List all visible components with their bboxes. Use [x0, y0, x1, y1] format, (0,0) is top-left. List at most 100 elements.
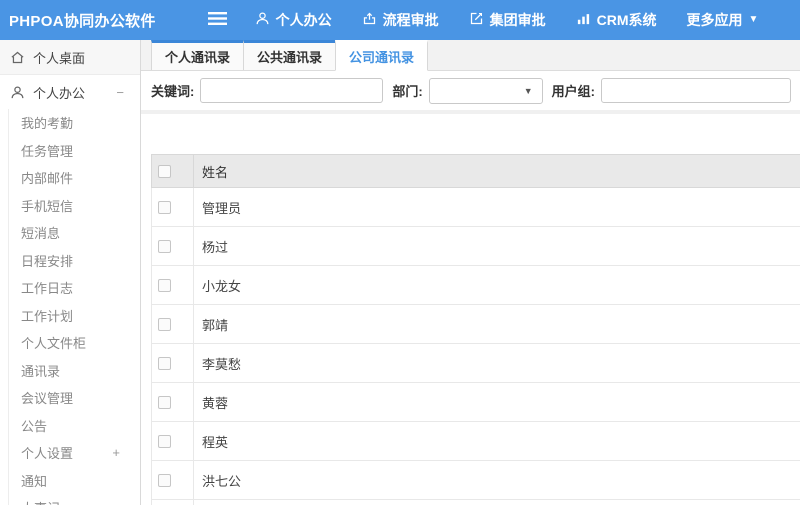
sidebar-item-notice[interactable]: 通知 — [9, 467, 140, 495]
row-checkbox-cell — [152, 422, 194, 460]
table-row: 管理员 — [151, 188, 800, 227]
contact-name: 小龙女 — [202, 278, 242, 294]
sidebar-item-internal-mail[interactable]: 内部邮件 — [9, 164, 140, 192]
row-checkbox-cell — [152, 188, 194, 226]
contacts-table: 姓名 管理员 杨过 小龙女 郭靖 李莫愁 黄蓉 程英 洪七公 — [151, 154, 800, 505]
person-icon — [10, 85, 25, 100]
contact-name — [194, 500, 800, 505]
sidebar-submenu: 我的考勤 任务管理 内部邮件 手机短信 短消息 日程安排 工作日志 工作计划 个… — [8, 109, 140, 505]
department-label: 部门: — [392, 84, 423, 99]
keyword-input[interactable] — [200, 78, 384, 103]
tab-personal-contacts[interactable]: 个人通讯录 — [151, 40, 245, 70]
topmenu-personal-office[interactable]: 个人办公 — [255, 10, 332, 30]
row-checkbox-cell — [152, 500, 194, 505]
main-content: 个人通讯录 公共通讯录 公司通讯录 关键词: 部门: ▼ 用户组: 姓名 管理员 — [141, 40, 800, 505]
sidebar-item-label: 通讯录 — [21, 363, 61, 379]
topmenu-label: 更多应用 — [686, 12, 743, 28]
edit-approval-icon — [469, 11, 484, 29]
sidebar-item-file-cabinet[interactable]: 个人文件柜 — [9, 329, 140, 357]
contact-name: 李莫愁 — [202, 356, 242, 372]
table-row: 黄蓉 — [151, 383, 800, 422]
topmenu-flow-approval[interactable]: 流程审批 — [362, 10, 439, 30]
topmenu-more-apps[interactable]: 更多应用 ▼ — [687, 10, 759, 30]
usergroup-label: 用户组: — [551, 84, 595, 99]
sidebar-item-label: 我的考勤 — [21, 116, 74, 132]
sidebar-item-schedule[interactable]: 日程安排 — [9, 247, 140, 275]
usergroup-input[interactable] — [601, 78, 791, 103]
contacts-panel: 姓名 管理员 杨过 小龙女 郭靖 李莫愁 黄蓉 程英 洪七公 — [141, 114, 800, 505]
sidebar-item-personal-settings[interactable]: 个人设置 + — [9, 439, 140, 467]
table-row: 程英 — [151, 422, 800, 461]
topmenu-label: CRM系统 — [596, 12, 657, 28]
row-checkbox[interactable] — [158, 278, 171, 292]
sidebar-item-tasks[interactable]: 任务管理 — [9, 137, 140, 165]
collapse-minus-icon[interactable]: − — [116, 85, 124, 100]
sidebar-item-label: 个人桌面 — [33, 50, 86, 66]
expand-plus-icon[interactable]: + — [112, 445, 120, 460]
sidebar-item-desktop[interactable]: 个人桌面 — [0, 40, 140, 75]
row-checkbox-cell — [152, 266, 194, 304]
sidebar-item-label: 个人办公 — [33, 85, 86, 101]
topmenu-group-approval[interactable]: 集团审批 — [469, 10, 546, 30]
row-checkbox[interactable] — [158, 434, 171, 448]
row-checkbox-cell — [152, 344, 194, 382]
table-row: 小龙女 — [151, 266, 800, 305]
contact-name: 洪七公 — [202, 473, 242, 489]
table-row: 杨过 — [151, 227, 800, 266]
sidebar-item-label: 个人设置 — [21, 446, 74, 462]
sidebar-item-label: 内部邮件 — [21, 171, 74, 187]
sidebar-item-label: 工作日志 — [21, 281, 74, 297]
contact-name: 郭靖 — [202, 317, 229, 333]
row-checkbox-cell — [152, 227, 194, 265]
sidebar-item-label: 短消息 — [21, 226, 61, 242]
tab-bar: 个人通讯录 公共通讯录 公司通讯录 — [141, 40, 800, 71]
sidebar-item-label: 公告 — [21, 418, 48, 434]
table-row: 郭靖 — [151, 305, 800, 344]
user-icon — [255, 11, 270, 29]
topmenu-crm[interactable]: CRM系统 — [576, 10, 657, 30]
row-checkbox[interactable] — [158, 473, 171, 487]
bar-chart-icon — [576, 11, 591, 29]
hamburger-icon — [207, 11, 227, 29]
tab-public-contacts[interactable]: 公共通讯录 — [243, 40, 337, 70]
sidebar-item-meetings[interactable]: 会议管理 — [9, 384, 140, 412]
sidebar-item-mobile-sms[interactable]: 手机短信 — [9, 192, 140, 220]
row-checkbox[interactable] — [158, 356, 171, 370]
row-checkbox[interactable] — [158, 317, 171, 331]
row-checkbox[interactable] — [158, 200, 171, 214]
filter-bar: 关键词: 部门: ▼ 用户组: — [141, 71, 800, 110]
sidebar-item-attendance[interactable]: 我的考勤 — [9, 109, 140, 137]
topmenu-label: 集团审批 — [489, 12, 546, 28]
contact-name: 管理员 — [202, 200, 242, 216]
sidebar-item-label: 会议管理 — [21, 391, 74, 407]
sidebar-item-personal-office[interactable]: 个人办公 − — [0, 75, 140, 109]
contact-name: 黄蓉 — [202, 395, 229, 411]
sidebar-item-short-message[interactable]: 短消息 — [9, 219, 140, 247]
sidebar-item-label: 工作计划 — [21, 308, 74, 324]
sidebar: 个人桌面 个人办公 − 我的考勤 任务管理 内部邮件 手机短信 短消息 日程安排… — [0, 40, 141, 505]
keyword-label: 关键词: — [151, 84, 195, 99]
sidebar-item-label: 大事记 — [21, 498, 60, 505]
tab-company-contacts[interactable]: 公司通讯录 — [335, 40, 429, 71]
sidebar-item-label: 任务管理 — [21, 143, 74, 159]
row-checkbox[interactable] — [158, 395, 171, 409]
row-checkbox-cell — [152, 383, 194, 421]
select-all-checkbox[interactable] — [158, 164, 171, 178]
flow-approval-icon — [362, 11, 377, 29]
sidebar-item-announcements[interactable]: 公告 — [9, 412, 140, 440]
sidebar-item-label: 个人文件柜 — [21, 336, 87, 352]
contact-name: 杨过 — [202, 239, 229, 255]
top-menu: 个人办公 流程审批 集团审批 CRM系统 更多应用 ▼ — [255, 10, 759, 30]
topmenu-label: 流程审批 — [382, 12, 439, 28]
sidebar-item-work-log[interactable]: 工作日志 — [9, 274, 140, 302]
row-checkbox-cell — [152, 305, 194, 343]
table-row: 李莫愁 — [151, 344, 800, 383]
sidebar-item-events[interactable]: 大事记 — [9, 494, 140, 505]
row-checkbox[interactable] — [158, 239, 171, 253]
table-header-row: 姓名 — [151, 154, 800, 188]
home-icon — [10, 50, 25, 65]
menu-toggle-button[interactable] — [207, 11, 227, 29]
department-select[interactable]: ▼ — [428, 77, 543, 104]
sidebar-item-contacts[interactable]: 通讯录 — [9, 357, 140, 385]
sidebar-item-work-plan[interactable]: 工作计划 — [9, 302, 140, 330]
